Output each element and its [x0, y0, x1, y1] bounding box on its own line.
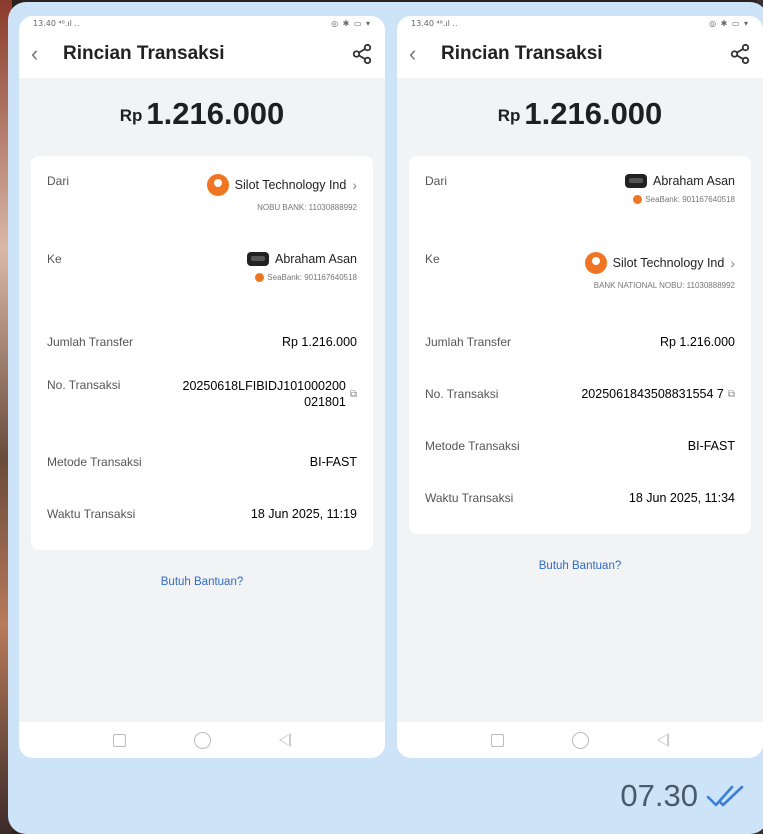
transfer-amount: Rp 1.216.000 — [19, 96, 385, 156]
sender-name: Silot Technology Ind — [234, 178, 347, 192]
sender-account: SeaBank: 901167640518 — [645, 195, 735, 204]
detail-label: Jumlah Transfer — [47, 335, 134, 349]
detail-label: No. Transaksi — [425, 387, 499, 401]
help-link[interactable]: Butuh Bantuan? — [19, 576, 385, 588]
transfer-amount: Rp 1.216.000 — [397, 96, 763, 156]
to-label: Ke — [47, 252, 62, 266]
transaction-number-line-1: 20250618LFIBIDJ101000200 — [182, 379, 346, 393]
chevron-right-icon[interactable]: › — [352, 177, 357, 193]
double-check-icon — [706, 785, 744, 807]
recipient-name: Silot Technology Ind — [612, 256, 725, 270]
system-nav-bar — [397, 722, 763, 758]
signal-indicator: ⁴⁶.ıl .. — [58, 18, 80, 28]
page-title: Rincian Transaksi — [441, 43, 603, 64]
share-icon[interactable] — [729, 43, 751, 65]
chevron-right-icon[interactable]: › — [730, 255, 735, 271]
currency-label: Rp — [119, 106, 143, 125]
to-label: Ke — [425, 252, 440, 266]
recipient-name: Abraham Asan — [275, 252, 357, 266]
detail-value: Rp 1.216.000 — [281, 335, 357, 349]
from-row: Dari Silot Technology Ind › NOBU BANK: 1… — [47, 160, 357, 238]
user-avatar-icon — [206, 174, 229, 196]
screenshot-image-left[interactable]: 13.40 ⁴⁶.ıl .. ◎ ✱ ▭ ▾ ‹ Rincian Transak… — [19, 16, 385, 758]
detail-label: Waktu Transaksi — [425, 491, 514, 505]
recent-apps-icon[interactable] — [113, 733, 126, 747]
detail-value: Rp 1.216.000 — [659, 335, 735, 349]
amount-value: 1.216.000 — [524, 96, 663, 131]
sender-account: NOBU BANK: 11030888992 — [257, 203, 357, 212]
status-bar: 13.40 ⁴⁶.ıl .. ◎ ✱ ▭ ▾ — [19, 16, 385, 30]
detail-row-method: Metode Transaksi BI-FAST — [425, 420, 735, 472]
from-label: Dari — [47, 174, 70, 188]
transaction-details-card: Dari Silot Technology Ind › NOBU BANK: 1… — [31, 156, 373, 550]
sender-name: Abraham Asan — [653, 174, 735, 188]
recipient-account: SeaBank: 901167640518 — [267, 273, 357, 282]
detail-label: No. Transaksi — [47, 378, 121, 392]
home-icon[interactable] — [572, 731, 589, 749]
recipient-avatar-icon — [247, 252, 269, 266]
detail-label: Metode Transaksi — [47, 455, 142, 469]
detail-row-amount: Jumlah Transfer Rp 1.216.000 — [425, 316, 735, 368]
help-link[interactable]: Butuh Bantuan? — [397, 560, 763, 572]
detail-value: BI-FAST — [309, 455, 357, 469]
share-icon[interactable] — [351, 43, 373, 65]
page-title: Rincian Transaksi — [63, 43, 225, 64]
currency-label: Rp — [497, 106, 521, 125]
transaction-details-card: Dari Abraham Asan SeaBank: 901167640518 … — [409, 156, 751, 534]
system-nav-bar — [19, 722, 385, 758]
transaction-number-line-2: 021801 — [304, 395, 346, 409]
detail-value: BI-FAST — [687, 439, 735, 453]
transaction-number: 2025061843508831554 7 — [581, 387, 724, 401]
status-bar: 13.40 ⁴⁶.ıl .. ◎ ✱ ▭ ▾ — [397, 16, 763, 30]
detail-row-time: Waktu Transaksi 18 Jun 2025, 11:34 — [425, 472, 735, 524]
detail-row-transaction-no: No. Transaksi 20250618LFIBIDJ101000200 0… — [47, 368, 357, 436]
app-header: ‹ Rincian Transaksi — [19, 30, 385, 78]
detail-row-time: Waktu Transaksi 18 Jun 2025, 11:19 — [47, 488, 357, 540]
detail-label: Waktu Transaksi — [47, 507, 136, 521]
detail-row-method: Metode Transaksi BI-FAST — [47, 436, 357, 488]
status-time: 13.40 — [411, 18, 434, 28]
seabank-logo-icon — [633, 195, 643, 204]
back-arrow-icon[interactable]: ‹ — [409, 43, 435, 65]
detail-value: 18 Jun 2025, 11:19 — [250, 507, 357, 521]
message-time: 07.30 — [620, 778, 698, 813]
signal-indicator: ⁴⁶.ıl .. — [436, 18, 458, 28]
detail-label: Metode Transaksi — [425, 439, 520, 453]
sender-avatar-icon — [625, 174, 647, 188]
copy-icon[interactable]: ⧉ — [728, 389, 735, 400]
to-row: Ke Silot Technology Ind › BANK NATIONAL … — [425, 238, 735, 316]
detail-row-amount: Jumlah Transfer Rp 1.216.000 — [47, 316, 357, 368]
status-icons: ◎ ✱ ▭ ▾ — [709, 18, 749, 28]
copy-icon[interactable]: ⧉ — [350, 389, 357, 400]
detail-row-transaction-no: No. Transaksi 2025061843508831554 7 ⧉ — [425, 368, 735, 420]
detail-value: 18 Jun 2025, 11:34 — [628, 491, 735, 505]
to-row: Ke Abraham Asan SeaBank: 901167640518 — [47, 238, 357, 316]
seabank-logo-icon — [255, 273, 265, 282]
from-label: Dari — [425, 174, 448, 188]
message-timestamp: 07.30 — [620, 778, 746, 814]
user-avatar-icon — [584, 252, 607, 274]
app-header: ‹ Rincian Transaksi — [397, 30, 763, 78]
chat-message-bubble[interactable]: 13.40 ⁴⁶.ıl .. ◎ ✱ ▭ ▾ ‹ Rincian Transak… — [8, 2, 763, 834]
back-triangle-icon[interactable] — [279, 733, 291, 747]
from-row: Dari Abraham Asan SeaBank: 901167640518 — [425, 160, 735, 238]
recent-apps-icon[interactable] — [491, 733, 504, 747]
screenshot-image-right[interactable]: 13.40 ⁴⁶.ıl .. ◎ ✱ ▭ ▾ ‹ Rincian Transak… — [397, 16, 763, 758]
detail-label: Jumlah Transfer — [425, 335, 512, 349]
back-arrow-icon[interactable]: ‹ — [31, 43, 57, 65]
recipient-account: BANK NATIONAL NOBU: 11030888992 — [593, 281, 735, 290]
status-time: 13.40 — [33, 18, 56, 28]
back-triangle-icon[interactable] — [657, 733, 669, 747]
home-icon[interactable] — [194, 731, 211, 749]
status-icons: ◎ ✱ ▭ ▾ — [331, 18, 371, 28]
amount-value: 1.216.000 — [146, 96, 285, 131]
